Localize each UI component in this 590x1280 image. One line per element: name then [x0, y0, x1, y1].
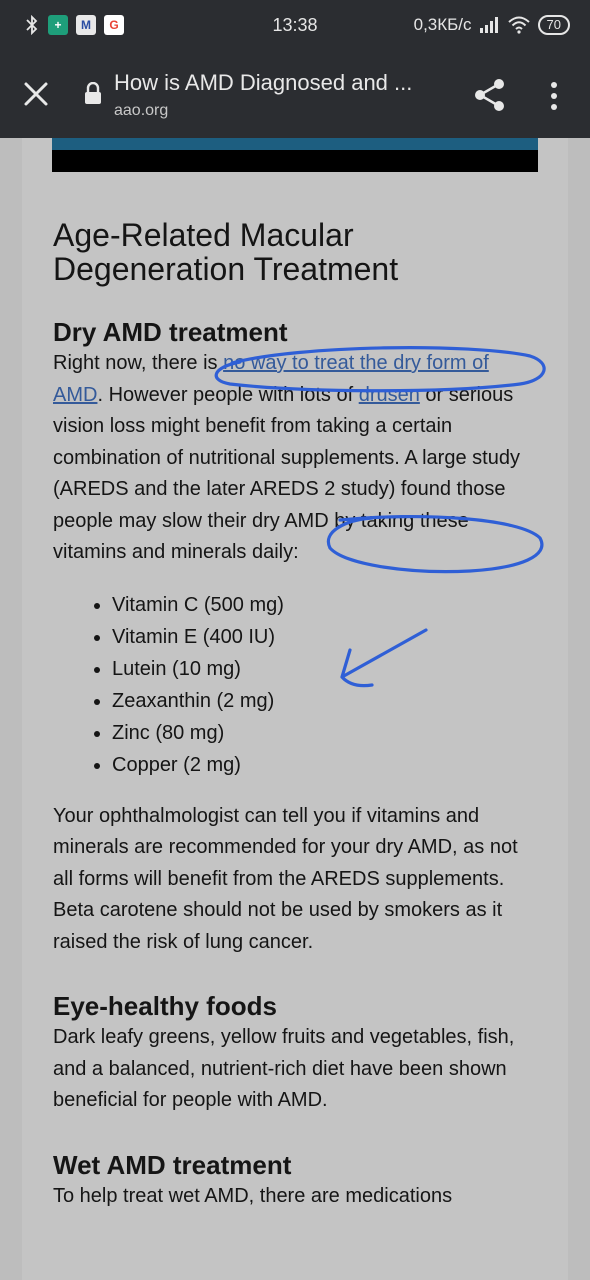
annotation-arrow	[340, 628, 428, 688]
annotation-circle-link	[214, 346, 546, 393]
annotation-circle-slow	[326, 514, 544, 574]
handwritten-annotations	[214, 346, 546, 688]
